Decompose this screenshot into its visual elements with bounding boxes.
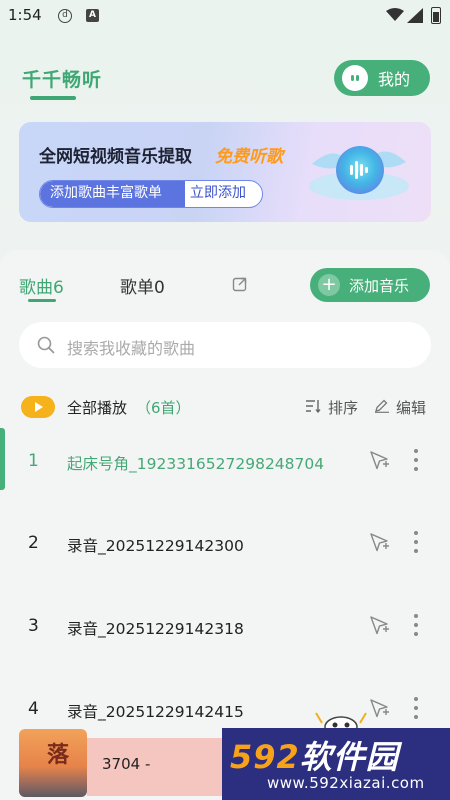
status-time: 1:54 (8, 6, 42, 24)
tab-playlists[interactable]: 歌单0 (120, 273, 165, 298)
watermark-digits: 592 (230, 738, 300, 776)
more-icon[interactable] (414, 531, 418, 553)
watermark-text: 软件园 (299, 738, 399, 776)
watermark-url: www.592xiazai.com (267, 774, 425, 792)
edit-button[interactable]: 编辑 (396, 397, 426, 418)
add-music-button[interactable]: + 添加音乐 (310, 268, 430, 302)
banner-pill-text: 添加歌曲丰富歌单 (40, 181, 185, 207)
banner-add-pill[interactable]: 添加歌曲丰富歌单 立即添加 (39, 180, 263, 208)
share-icon[interactable] (232, 276, 248, 292)
song-row[interactable]: 2 录音_20251229142300 (0, 513, 450, 573)
song-number: 4 (28, 699, 39, 719)
watermark-logo: 592软件园 www.592xiazai.com (222, 728, 450, 800)
player-track-info[interactable]: 3704 - (87, 738, 237, 796)
add-music-label: 添加音乐 (349, 276, 410, 295)
song-count: （6首） (136, 399, 191, 417)
search-input[interactable]: 搜索我收藏的歌曲 (19, 322, 431, 368)
player-track-title: 3704 - (102, 755, 151, 773)
avatar-icon (342, 65, 368, 91)
app-notification-icon: A (86, 9, 99, 22)
song-row[interactable]: 3 录音_20251229142318 (0, 596, 450, 656)
battery-icon (431, 7, 441, 24)
song-row[interactable]: 1 起床号角_1923316527298248704 (0, 431, 450, 491)
song-number: 1 (28, 451, 39, 471)
banner-title: 全网短视频音乐提取 (39, 147, 192, 167)
song-number: 2 (28, 533, 39, 553)
mine-button[interactable]: 我的 (334, 60, 430, 96)
tab-songs[interactable]: 歌曲6 (19, 273, 64, 298)
app-title: 千千畅听 (22, 69, 103, 91)
add-now-button[interactable]: 立即添加 (190, 181, 246, 206)
song-title: 录音_20251229142318 (67, 620, 244, 638)
mine-label: 我的 (378, 70, 411, 89)
plus-icon: + (318, 274, 340, 296)
song-number: 3 (28, 616, 39, 636)
status-bar: 1:54 d A (0, 0, 450, 32)
wifi-icon (386, 8, 404, 21)
sort-button[interactable]: 排序 (328, 397, 358, 418)
notification-icon: d (58, 9, 72, 23)
banner-highlight: 免费听歌 (215, 147, 283, 167)
song-title: 起床号角_1923316527298248704 (67, 455, 325, 473)
play-all-label[interactable]: 全部播放 (67, 397, 127, 418)
tab-active-indicator (28, 299, 56, 302)
album-art-text: 落 (47, 743, 70, 768)
more-icon[interactable] (414, 449, 418, 471)
add-to-playlist-icon[interactable] (368, 531, 390, 553)
voice-orb-icon (309, 146, 409, 200)
album-art[interactable]: 落 (19, 729, 87, 797)
watermark-title: 592软件园 (230, 732, 399, 778)
song-title: 录音_20251229142300 (67, 537, 244, 555)
song-title: 录音_20251229142415 (67, 703, 244, 721)
edit-icon[interactable] (374, 399, 390, 413)
sort-icon[interactable] (305, 399, 321, 413)
signal-icon (407, 8, 423, 23)
promo-banner[interactable]: 全网短视频音乐提取 免费听歌 添加歌曲丰富歌单 立即添加 (19, 122, 431, 222)
search-placeholder: 搜索我收藏的歌曲 (67, 339, 196, 358)
search-icon (37, 336, 55, 354)
add-to-playlist-icon[interactable] (368, 449, 390, 471)
more-icon[interactable] (414, 697, 418, 719)
add-to-playlist-icon[interactable] (368, 614, 390, 636)
more-icon[interactable] (414, 614, 418, 636)
play-all-icon[interactable] (21, 396, 55, 418)
title-underline (30, 96, 76, 100)
